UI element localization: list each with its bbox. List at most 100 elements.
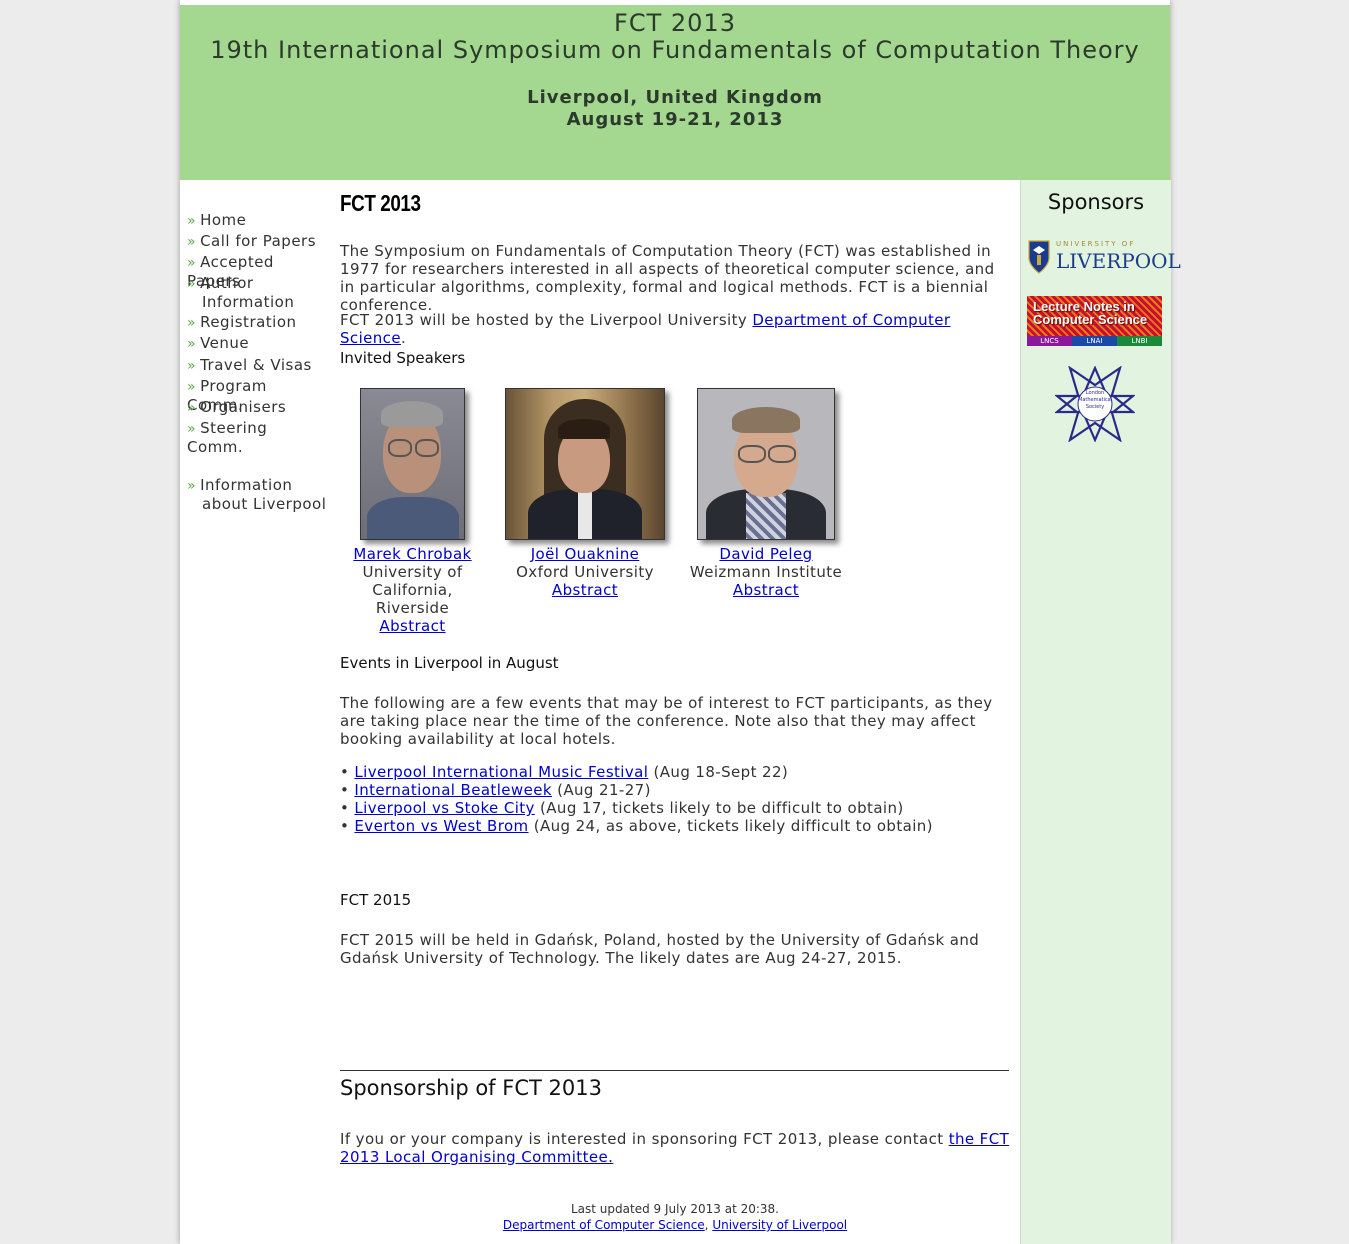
nav-link-cont[interactable]: Information <box>187 293 327 311</box>
arrow-icon: » <box>187 276 197 292</box>
page-title: FCT 2013 <box>340 190 421 216</box>
lncs-tag: LNCS <box>1027 336 1072 346</box>
nav-link-cont[interactable]: about Liverpool <box>187 495 327 513</box>
speaker-card: Marek Chrobak University of California, … <box>340 388 485 635</box>
sponsors-sidebar: Sponsors UNIVERSITY OF LIVERPOOL Lecture… <box>1020 180 1181 1244</box>
list-item: • Liverpool vs Stoke City (Aug 17, ticke… <box>340 799 1010 817</box>
speaker-photo <box>505 388 665 540</box>
event-link[interactable]: International Beatleweek <box>354 781 552 799</box>
nav-link[interactable]: Steering Comm. <box>187 419 267 456</box>
lncs-logo[interactable]: Lecture Notes in Computer Science LNCS L… <box>1027 296 1162 346</box>
arrow-icon: » <box>187 315 197 331</box>
list-item: • International Beatleweek (Aug 21-27) <box>340 781 1010 799</box>
fct2015-paragraph: FCT 2015 will be held in Gdańsk, Poland,… <box>340 931 1010 967</box>
lnai-tag: LNAI <box>1072 336 1117 346</box>
nav-item-author-information[interactable]: » Author Information <box>187 274 327 311</box>
sponsorship-heading: Sponsorship of FCT 2013 <box>340 1076 602 1100</box>
events-heading: Events in Liverpool in August <box>340 654 559 672</box>
speaker-affiliation: University of <box>362 563 463 581</box>
bullet-icon: • <box>340 799 350 817</box>
sidebar-nav: » Home » Call for Papers » Accepted Papers … <box>180 180 330 1244</box>
london-mathematical-society-logo[interactable]: London Mathematical Society <box>1053 365 1137 443</box>
nav-link[interactable]: Venue <box>200 334 249 352</box>
fct2015-text: FCT 2015 will be held in Gdańsk, Poland,… <box>340 931 980 967</box>
nav-link[interactable]: Organisers <box>200 398 286 416</box>
event-link[interactable]: Liverpool vs Stoke City <box>354 799 534 817</box>
nav-item-venue[interactable]: » Venue <box>187 334 327 353</box>
header-location: Liverpool, United Kingdom <box>527 87 823 108</box>
divider <box>340 1070 1009 1071</box>
speaker-photo <box>697 388 835 540</box>
nav-item-registration[interactable]: » Registration <box>187 313 327 332</box>
speaker-affiliation: California, Riverside <box>372 581 453 617</box>
nav-link[interactable]: Information <box>200 476 292 494</box>
main-content: FCT 2013 The Symposium on Fundamentals o… <box>330 180 1020 1244</box>
seal-text: London <box>1085 390 1105 396</box>
arrow-icon: » <box>187 234 197 250</box>
event-note: (Aug 17, tickets likely to be difficult … <box>534 799 904 817</box>
nav-item-travel-visas[interactable]: » Travel & Visas <box>187 356 327 375</box>
abstract-link[interactable]: Abstract <box>733 581 799 599</box>
seal-text: Mathematical <box>1078 397 1113 403</box>
nav-link[interactable]: Travel & Visas <box>200 356 312 374</box>
nav-link[interactable]: Author <box>200 274 254 292</box>
logo-big-text: LIVERPOOL <box>1056 249 1181 273</box>
arrow-icon: » <box>187 379 197 395</box>
footer-university-link[interactable]: University of Liverpool <box>712 1218 847 1232</box>
list-item: • Liverpool International Music Festival… <box>340 763 1010 781</box>
header-subtitle: 19th International Symposium on Fundamen… <box>210 36 1140 64</box>
bullet-icon: • <box>340 781 350 799</box>
nav-link[interactable]: Registration <box>200 313 296 331</box>
speaker-name-link[interactable]: David Peleg <box>719 545 812 563</box>
speaker-photo <box>360 388 465 540</box>
intro-paragraph: The Symposium on Fundamentals of Computa… <box>340 242 1010 314</box>
list-item: • Everton vs West Brom (Aug 24, as above… <box>340 817 1010 835</box>
header-title: FCT 2013 <box>614 9 736 37</box>
arrow-icon: » <box>187 400 197 416</box>
arrow-icon: » <box>187 336 197 352</box>
seal-text: Society <box>1085 404 1105 410</box>
events-intro: The following are a few events that may … <box>340 694 1010 748</box>
hosted-text: FCT 2013 will be hosted by the Liverpool… <box>340 311 753 329</box>
event-note: (Aug 18-Sept 22) <box>648 763 789 781</box>
event-note: (Aug 24, as above, tickets likely diffic… <box>528 817 933 835</box>
abstract-link[interactable]: Abstract <box>379 617 445 635</box>
footer-department-link[interactable]: Department of Computer Science <box>503 1218 705 1232</box>
abstract-link[interactable]: Abstract <box>552 581 618 599</box>
logo-line: Computer Science <box>1033 312 1148 327</box>
events-intro-text: The following are a few events that may … <box>340 694 993 748</box>
events-list: • Liverpool International Music Festival… <box>340 763 1010 835</box>
last-updated: Last updated 9 July 2013 at 20:38. <box>571 1202 779 1216</box>
intro-text: The Symposium on Fundamentals of Computa… <box>340 242 995 314</box>
nav-link[interactable]: Call for Papers <box>200 232 316 250</box>
arrow-icon: » <box>187 213 197 229</box>
fct2015-heading: FCT 2015 <box>340 891 412 909</box>
invited-speakers-heading: Invited Speakers <box>340 349 466 367</box>
nav-item-information-about-liverpool[interactable]: » Information about Liverpool <box>187 476 327 513</box>
nav-link[interactable]: Home <box>200 211 246 229</box>
logo-small-text: UNIVERSITY OF <box>1056 240 1136 248</box>
arrow-icon: » <box>187 478 197 494</box>
speaker-card: Joël Ouaknine Oxford University Abstract <box>505 388 665 599</box>
university-of-liverpool-logo[interactable]: UNIVERSITY OF LIVERPOOL <box>1028 240 1181 276</box>
hosted-suffix: . <box>400 329 407 347</box>
nav-item-steering-comm[interactable]: » Steering Comm. <box>187 419 327 456</box>
sponsors-title: Sponsors <box>1047 190 1145 214</box>
sponsorship-paragraph: If you or your company is interested in … <box>340 1130 1010 1166</box>
arrow-icon: » <box>187 421 197 437</box>
nav-item-home[interactable]: » Home <box>187 211 327 230</box>
speaker-name-link[interactable]: Marek Chrobak <box>353 545 471 563</box>
nav-item-call-for-papers[interactable]: » Call for Papers <box>187 232 327 251</box>
speaker-affiliation: Oxford University <box>516 563 654 581</box>
speaker-name-link[interactable]: Joël Ouaknine <box>531 545 640 563</box>
arrow-icon: » <box>187 255 197 271</box>
bullet-icon: • <box>340 763 350 781</box>
event-link[interactable]: Liverpool International Music Festival <box>354 763 648 781</box>
footer: Last updated 9 July 2013 at 20:38. Depar… <box>340 1201 1010 1233</box>
header-dates: August 19-21, 2013 <box>566 109 784 130</box>
sponsorship-text: If you or your company is interested in … <box>340 1130 949 1148</box>
site-header: FCT 2013 19th International Symposium on… <box>180 5 1170 180</box>
event-link[interactable]: Everton vs West Brom <box>354 817 528 835</box>
speaker-card: David Peleg Weizmann Institute Abstract <box>685 388 847 599</box>
nav-item-organisers[interactable]: » Organisers <box>187 398 327 417</box>
